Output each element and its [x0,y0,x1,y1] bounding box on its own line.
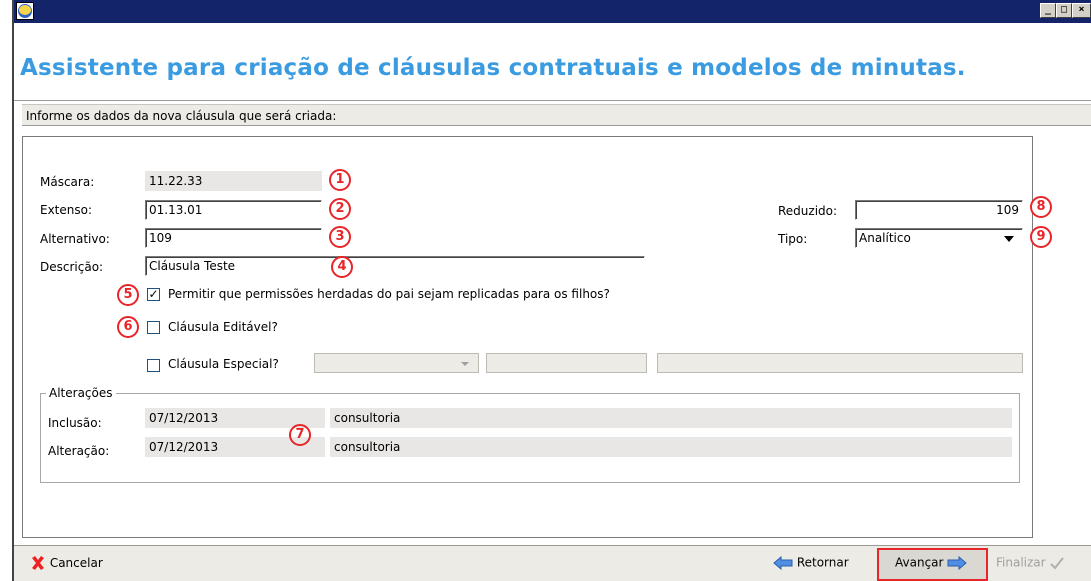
window-titlebar[interactable] [14,0,1091,23]
editavel-checkbox[interactable] [147,321,160,334]
tipo-select[interactable]: Analítico [855,228,1023,248]
cancel-button[interactable]: Cancelar [30,555,103,571]
chevron-down-icon[interactable] [1004,236,1014,242]
permitir-label: Permitir que permissões herdadas do pai … [168,287,610,301]
back-button[interactable]: Retornar [773,555,849,570]
arrow-right-icon [947,555,968,570]
alteracao-label: Alteração: [48,444,110,458]
permitir-checkbox[interactable]: ✓ [147,288,160,301]
descricao-input[interactable]: Cláusula Teste [145,256,645,276]
editavel-label: Cláusula Editável? [168,320,278,334]
close-icon [32,556,44,570]
especial-label: Cláusula Especial? [168,357,279,371]
minimize-button[interactable]: _ [1040,3,1056,18]
arrow-left-icon [773,555,793,570]
especial-select [314,353,479,373]
alternativo-label: Alternativo: [40,232,110,246]
alteracoes-legend: Alterações [46,386,116,400]
marker-3: 3 [329,226,351,248]
subheader-text: Informe os dados da nova cláusula que se… [26,109,337,123]
tipo-label: Tipo: [778,232,808,246]
especial-field-2 [657,353,1023,373]
tipo-selected-value: Analítico [859,231,911,245]
cancel-label: Cancelar [49,556,103,570]
check-icon [1050,556,1065,569]
extenso-label: Extenso: [40,203,93,217]
check-icon: ✓ [148,287,159,301]
descricao-label: Descrição: [40,260,104,274]
marker-5: 5 [117,284,139,306]
mascara-label: Máscara: [40,175,95,189]
back-label: Retornar [796,555,849,570]
marker-9: 9 [1030,226,1052,248]
extenso-input[interactable]: 01.13.01 [145,200,322,220]
inclusao-label: Inclusão: [48,416,102,430]
next-label: Avançar [895,555,944,570]
chevron-down-icon [461,362,469,366]
finish-label: Finalizar [996,555,1046,570]
close-button[interactable]: × [1072,3,1091,18]
marker-2: 2 [329,198,351,220]
reduzido-label: Reduzido: [778,204,838,218]
especial-field-1 [486,353,647,373]
finish-button[interactable]: Finalizar [996,555,1065,570]
inclusao-user: consultoria [330,408,1012,428]
page-title: Assistente para criação de cláusulas con… [20,55,966,81]
marker-7: 7 [289,424,311,446]
mascara-field: 11.22.33 [145,171,322,191]
next-button[interactable]: Avançar [895,555,968,570]
marker-1: 1 [329,169,351,191]
alteracao-user: consultoria [330,437,1012,457]
app-icon [16,2,34,20]
marker-8: 8 [1030,196,1052,218]
reduzido-input[interactable]: 109 [855,200,1023,220]
maximize-button[interactable]: □ [1056,3,1072,18]
marker-6: 6 [117,316,139,338]
marker-4: 4 [331,256,353,278]
alternativo-input[interactable]: 109 [145,228,322,248]
header-divider [14,100,1091,101]
especial-checkbox[interactable] [147,359,160,372]
